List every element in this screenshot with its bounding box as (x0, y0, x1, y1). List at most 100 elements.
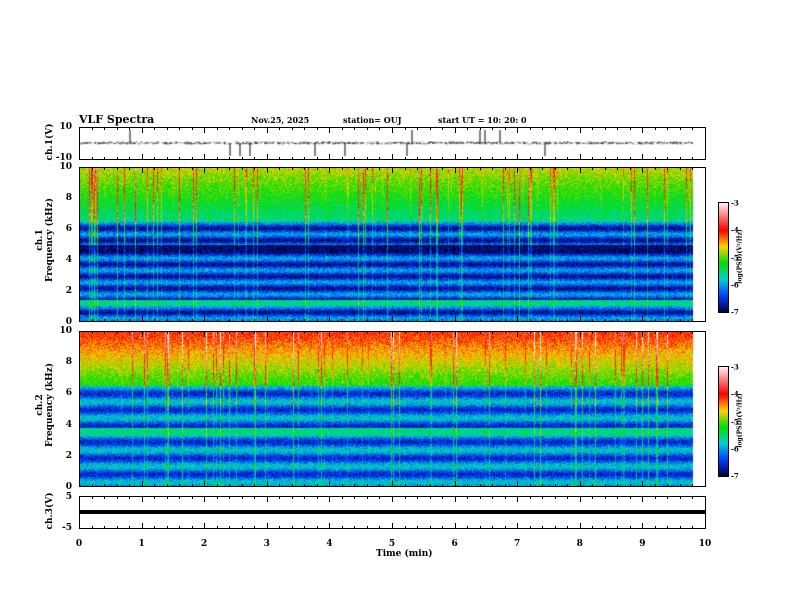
x-tick (692, 127, 694, 130)
x-tick (366, 157, 368, 160)
x-tick (392, 523, 393, 529)
x-tick (554, 496, 556, 499)
x-tick (454, 127, 456, 133)
frequency-tick-label: 2 (65, 286, 72, 296)
x-tick (191, 526, 193, 529)
x-tick (291, 127, 293, 130)
x-tick (316, 157, 318, 160)
x-tick (329, 154, 331, 160)
x-tick (341, 167, 343, 170)
x-tick (366, 526, 368, 529)
x-tick (179, 496, 181, 499)
x-tick (492, 319, 494, 322)
x-tick (392, 154, 393, 160)
x-tick (479, 526, 481, 529)
x-tick (654, 331, 656, 334)
ch1-spec-ylabel-freq: Frequency (kHz) (45, 198, 55, 283)
x-tick (517, 331, 519, 337)
x-tick (179, 127, 181, 130)
x-tick (442, 319, 444, 322)
x-tick (667, 526, 669, 529)
x-tick (216, 157, 218, 160)
x-tick (404, 319, 406, 322)
ch3-trace (80, 510, 705, 514)
x-tick (254, 167, 256, 170)
x-tick (692, 167, 694, 170)
x-tick (679, 167, 681, 170)
x-tick (204, 496, 206, 502)
x-tick (442, 526, 444, 529)
x-tick (592, 526, 594, 529)
x-tick (91, 526, 93, 529)
ch1-ytick: 10 (59, 122, 72, 132)
x-tick (341, 127, 343, 130)
x-tick-label: 9 (639, 539, 646, 549)
x-tick (542, 496, 544, 499)
x-tick (504, 167, 506, 170)
x-tick (241, 167, 243, 170)
x-tick (241, 496, 243, 499)
x-tick (91, 496, 93, 499)
x-tick (554, 331, 556, 334)
x-tick (104, 484, 106, 487)
x-tick (667, 331, 669, 334)
x-tick-label: 8 (576, 539, 583, 549)
x-tick (204, 127, 206, 133)
x-tick (692, 319, 694, 322)
x-tick (241, 331, 243, 334)
x-tick (216, 496, 218, 499)
x-tick (141, 523, 143, 529)
x-tick (316, 484, 318, 487)
x-tick (667, 496, 669, 499)
x-tick (579, 316, 581, 322)
x-tick (654, 157, 656, 160)
x-tick (166, 127, 168, 130)
x-tick (241, 127, 243, 130)
x-tick (129, 127, 131, 130)
x-tick (592, 319, 594, 322)
x-tick (504, 526, 506, 529)
ch1-spec-ylabel-ch: ch.1 (35, 229, 45, 251)
x-tick-label: 10 (698, 539, 712, 549)
x-tick (254, 484, 256, 487)
x-tick (467, 167, 469, 170)
x-tick (604, 331, 606, 334)
x-tick (617, 167, 619, 170)
x-tick (266, 496, 268, 502)
x-tick (116, 319, 118, 322)
x-tick (141, 154, 143, 160)
x-tick (141, 127, 143, 133)
x-tick (529, 484, 531, 487)
x-tick (329, 481, 331, 487)
x-tick (366, 496, 368, 499)
x-tick (629, 496, 631, 499)
x-tick-label: 7 (514, 539, 521, 549)
x-tick (91, 319, 93, 322)
x-tick (517, 496, 519, 502)
ch2-colorbar (718, 366, 729, 477)
x-tick (417, 127, 419, 130)
ch1-colorbar (718, 202, 729, 313)
frequency-tick-label: 10 (59, 162, 72, 172)
x-tick (316, 331, 318, 334)
x-tick (542, 526, 544, 529)
x-tick (179, 157, 181, 160)
x-tick (316, 526, 318, 529)
x-tick-label: 6 (451, 539, 458, 549)
ch3-ylabel: ch.3(V) (45, 492, 55, 530)
x-tick (354, 127, 356, 130)
x-tick (104, 127, 106, 130)
colorbar-tick-label: -3 (731, 362, 739, 372)
ch2-spectrogram (80, 332, 705, 486)
x-tick (141, 316, 143, 322)
x-tick (467, 127, 469, 130)
x-tick (229, 484, 231, 487)
x-tick (341, 484, 343, 487)
x-tick (429, 157, 431, 160)
x-tick (279, 484, 281, 487)
x-tick (191, 127, 193, 130)
x-tick (316, 127, 318, 130)
x-tick (679, 127, 681, 130)
x-tick (254, 127, 256, 130)
x-tick (116, 127, 118, 130)
